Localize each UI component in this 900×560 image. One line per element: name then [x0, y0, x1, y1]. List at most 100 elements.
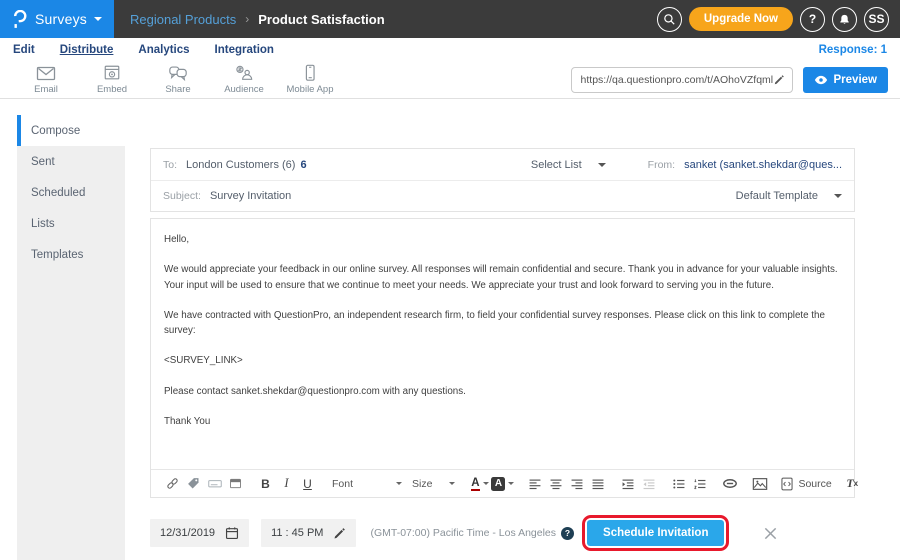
response-count[interactable]: Response: 1: [819, 44, 887, 56]
button-icon[interactable]: [226, 474, 245, 494]
to-recipient-count[interactable]: 6: [300, 159, 306, 171]
size-dropdown[interactable]: Size: [408, 478, 459, 490]
recipient-subject-box: To: London Customers (6) 6 Select List F…: [150, 148, 855, 212]
text-color-button[interactable]: A: [470, 474, 489, 494]
chevron-down-icon: [396, 482, 402, 485]
help-button[interactable]: ?: [800, 7, 825, 32]
surveys-menu[interactable]: Surveys: [0, 0, 114, 38]
bold-button[interactable]: B: [256, 474, 275, 494]
channel-mobile-app-label: Mobile App: [286, 84, 333, 95]
subject-value[interactable]: Survey Invitation: [210, 190, 291, 202]
timezone-help-icon[interactable]: ?: [561, 527, 574, 540]
breadcrumb-separator: ›: [245, 12, 249, 26]
template-dropdown[interactable]: Default Template: [736, 190, 842, 202]
search-button[interactable]: [657, 7, 682, 32]
notifications-button[interactable]: [832, 7, 857, 32]
cancel-schedule-button[interactable]: [763, 526, 778, 541]
justify-button[interactable]: [588, 474, 607, 494]
indent-button[interactable]: [618, 474, 637, 494]
sidebar-item-templates[interactable]: Templates: [17, 239, 125, 270]
channel-email[interactable]: Email: [13, 65, 79, 95]
tab-distribute[interactable]: Distribute: [60, 44, 114, 56]
survey-nav-tabs: Edit Distribute Analytics Integration Re…: [0, 38, 900, 61]
channel-email-label: Email: [34, 84, 58, 95]
select-list-dropdown[interactable]: Select List: [531, 159, 606, 171]
preview-label: Preview: [834, 74, 877, 86]
channel-share-label: Share: [165, 84, 190, 95]
chevron-down-icon: [834, 194, 842, 198]
tab-analytics[interactable]: Analytics: [138, 44, 189, 56]
source-icon: [780, 477, 794, 491]
from-value[interactable]: sanket (sanket.shekdar@ques...: [684, 159, 842, 171]
sidebar-item-sent[interactable]: Sent: [17, 146, 125, 177]
breadcrumb-folder[interactable]: Regional Products: [130, 12, 236, 27]
insert-image-button[interactable]: [750, 474, 769, 494]
preview-button[interactable]: Preview: [803, 67, 888, 93]
subject-label: Subject:: [163, 190, 201, 202]
remove-format-button[interactable]: Tx: [843, 474, 862, 494]
edit-url-icon[interactable]: [773, 74, 785, 86]
avatar[interactable]: SS: [864, 7, 889, 32]
chevron-down-icon: [94, 17, 102, 21]
embed-icon: [103, 64, 121, 82]
sidebar-item-compose[interactable]: Compose: [17, 115, 125, 146]
channel-share[interactable]: Share: [145, 64, 211, 95]
channel-audience[interactable]: Audience: [211, 64, 277, 95]
tag-icon[interactable]: [184, 474, 203, 494]
template-label: Default Template: [736, 190, 818, 202]
channel-mobile-app[interactable]: Mobile App: [277, 64, 343, 95]
align-right-button[interactable]: [567, 474, 586, 494]
source-label: Source: [798, 478, 831, 490]
select-list-label: Select List: [531, 159, 582, 171]
close-icon: [763, 526, 778, 541]
sidebar-item-lists[interactable]: Lists: [17, 208, 125, 239]
tab-edit[interactable]: Edit: [13, 44, 35, 56]
align-center-button[interactable]: [546, 474, 565, 494]
to-value[interactable]: London Customers (6): [186, 159, 295, 171]
breadcrumb: Regional Products › Product Satisfaction: [130, 0, 385, 38]
calendar-icon: [225, 526, 239, 540]
insert-link-button[interactable]: [720, 474, 739, 494]
time-value: 11 : 45 PM: [271, 527, 323, 539]
body-paragraph: We have contracted with QuestionPro, an …: [164, 308, 841, 339]
date-picker[interactable]: 12/31/2019: [150, 519, 249, 547]
bell-icon: [838, 13, 851, 26]
underline-button[interactable]: U: [298, 474, 317, 494]
survey-link-icon[interactable]: [163, 474, 182, 494]
time-picker[interactable]: 11 : 45 PM: [261, 519, 356, 547]
survey-url-text: https://qa.questionpro.com/t/AOhoVZfqml: [581, 74, 773, 86]
tab-integration[interactable]: Integration: [215, 44, 274, 56]
body-paragraph: <SURVEY_LINK>: [164, 353, 841, 368]
chevron-down-icon: [449, 482, 455, 485]
italic-button[interactable]: I: [277, 474, 296, 494]
audience-icon: [234, 64, 254, 82]
schedule-row: 12/31/2019 11 : 45 PM (GMT-07:00) Pacifi…: [150, 515, 855, 551]
align-left-button[interactable]: [525, 474, 544, 494]
background-color-button[interactable]: A: [491, 474, 514, 494]
subject-row: Subject: Survey Invitation Default Templ…: [151, 180, 854, 211]
upgrade-now-button[interactable]: Upgrade Now: [689, 7, 793, 31]
email-icon: [36, 65, 56, 82]
to-label: To:: [163, 159, 177, 171]
email-body-editor[interactable]: Hello, We would appreciate your feedback…: [151, 219, 854, 469]
source-button[interactable]: Source: [780, 474, 831, 494]
numbered-list-button[interactable]: [690, 474, 709, 494]
body-paragraph: We would appreciate your feedback in our…: [164, 262, 841, 293]
font-dropdown[interactable]: Font: [328, 478, 406, 490]
email-editor: Hello, We would appreciate your feedback…: [150, 218, 855, 498]
timezone-info: (GMT-07:00) Pacific Time - Los Angeles ?: [370, 527, 574, 540]
sidebar-item-scheduled[interactable]: Scheduled: [17, 177, 125, 208]
survey-url-field[interactable]: https://qa.questionpro.com/t/AOhoVZfqml: [571, 67, 793, 93]
share-icon: [168, 64, 188, 82]
distribute-content: Compose Sent Scheduled Lists Templates T…: [0, 99, 900, 560]
text-field-icon[interactable]: [205, 474, 224, 494]
bulleted-list-button[interactable]: [669, 474, 688, 494]
channel-embed-label: Embed: [97, 84, 127, 95]
schedule-invitation-button[interactable]: Schedule Invitation: [587, 520, 724, 546]
top-header: Surveys Regional Products › Product Sati…: [0, 0, 900, 38]
font-dropdown-label: Font: [332, 478, 353, 490]
timezone-label: (GMT-07:00) Pacific Time - Los Angeles: [370, 527, 556, 539]
channel-embed[interactable]: Embed: [79, 64, 145, 95]
from-label: From:: [648, 159, 675, 171]
pencil-icon: [333, 527, 346, 540]
